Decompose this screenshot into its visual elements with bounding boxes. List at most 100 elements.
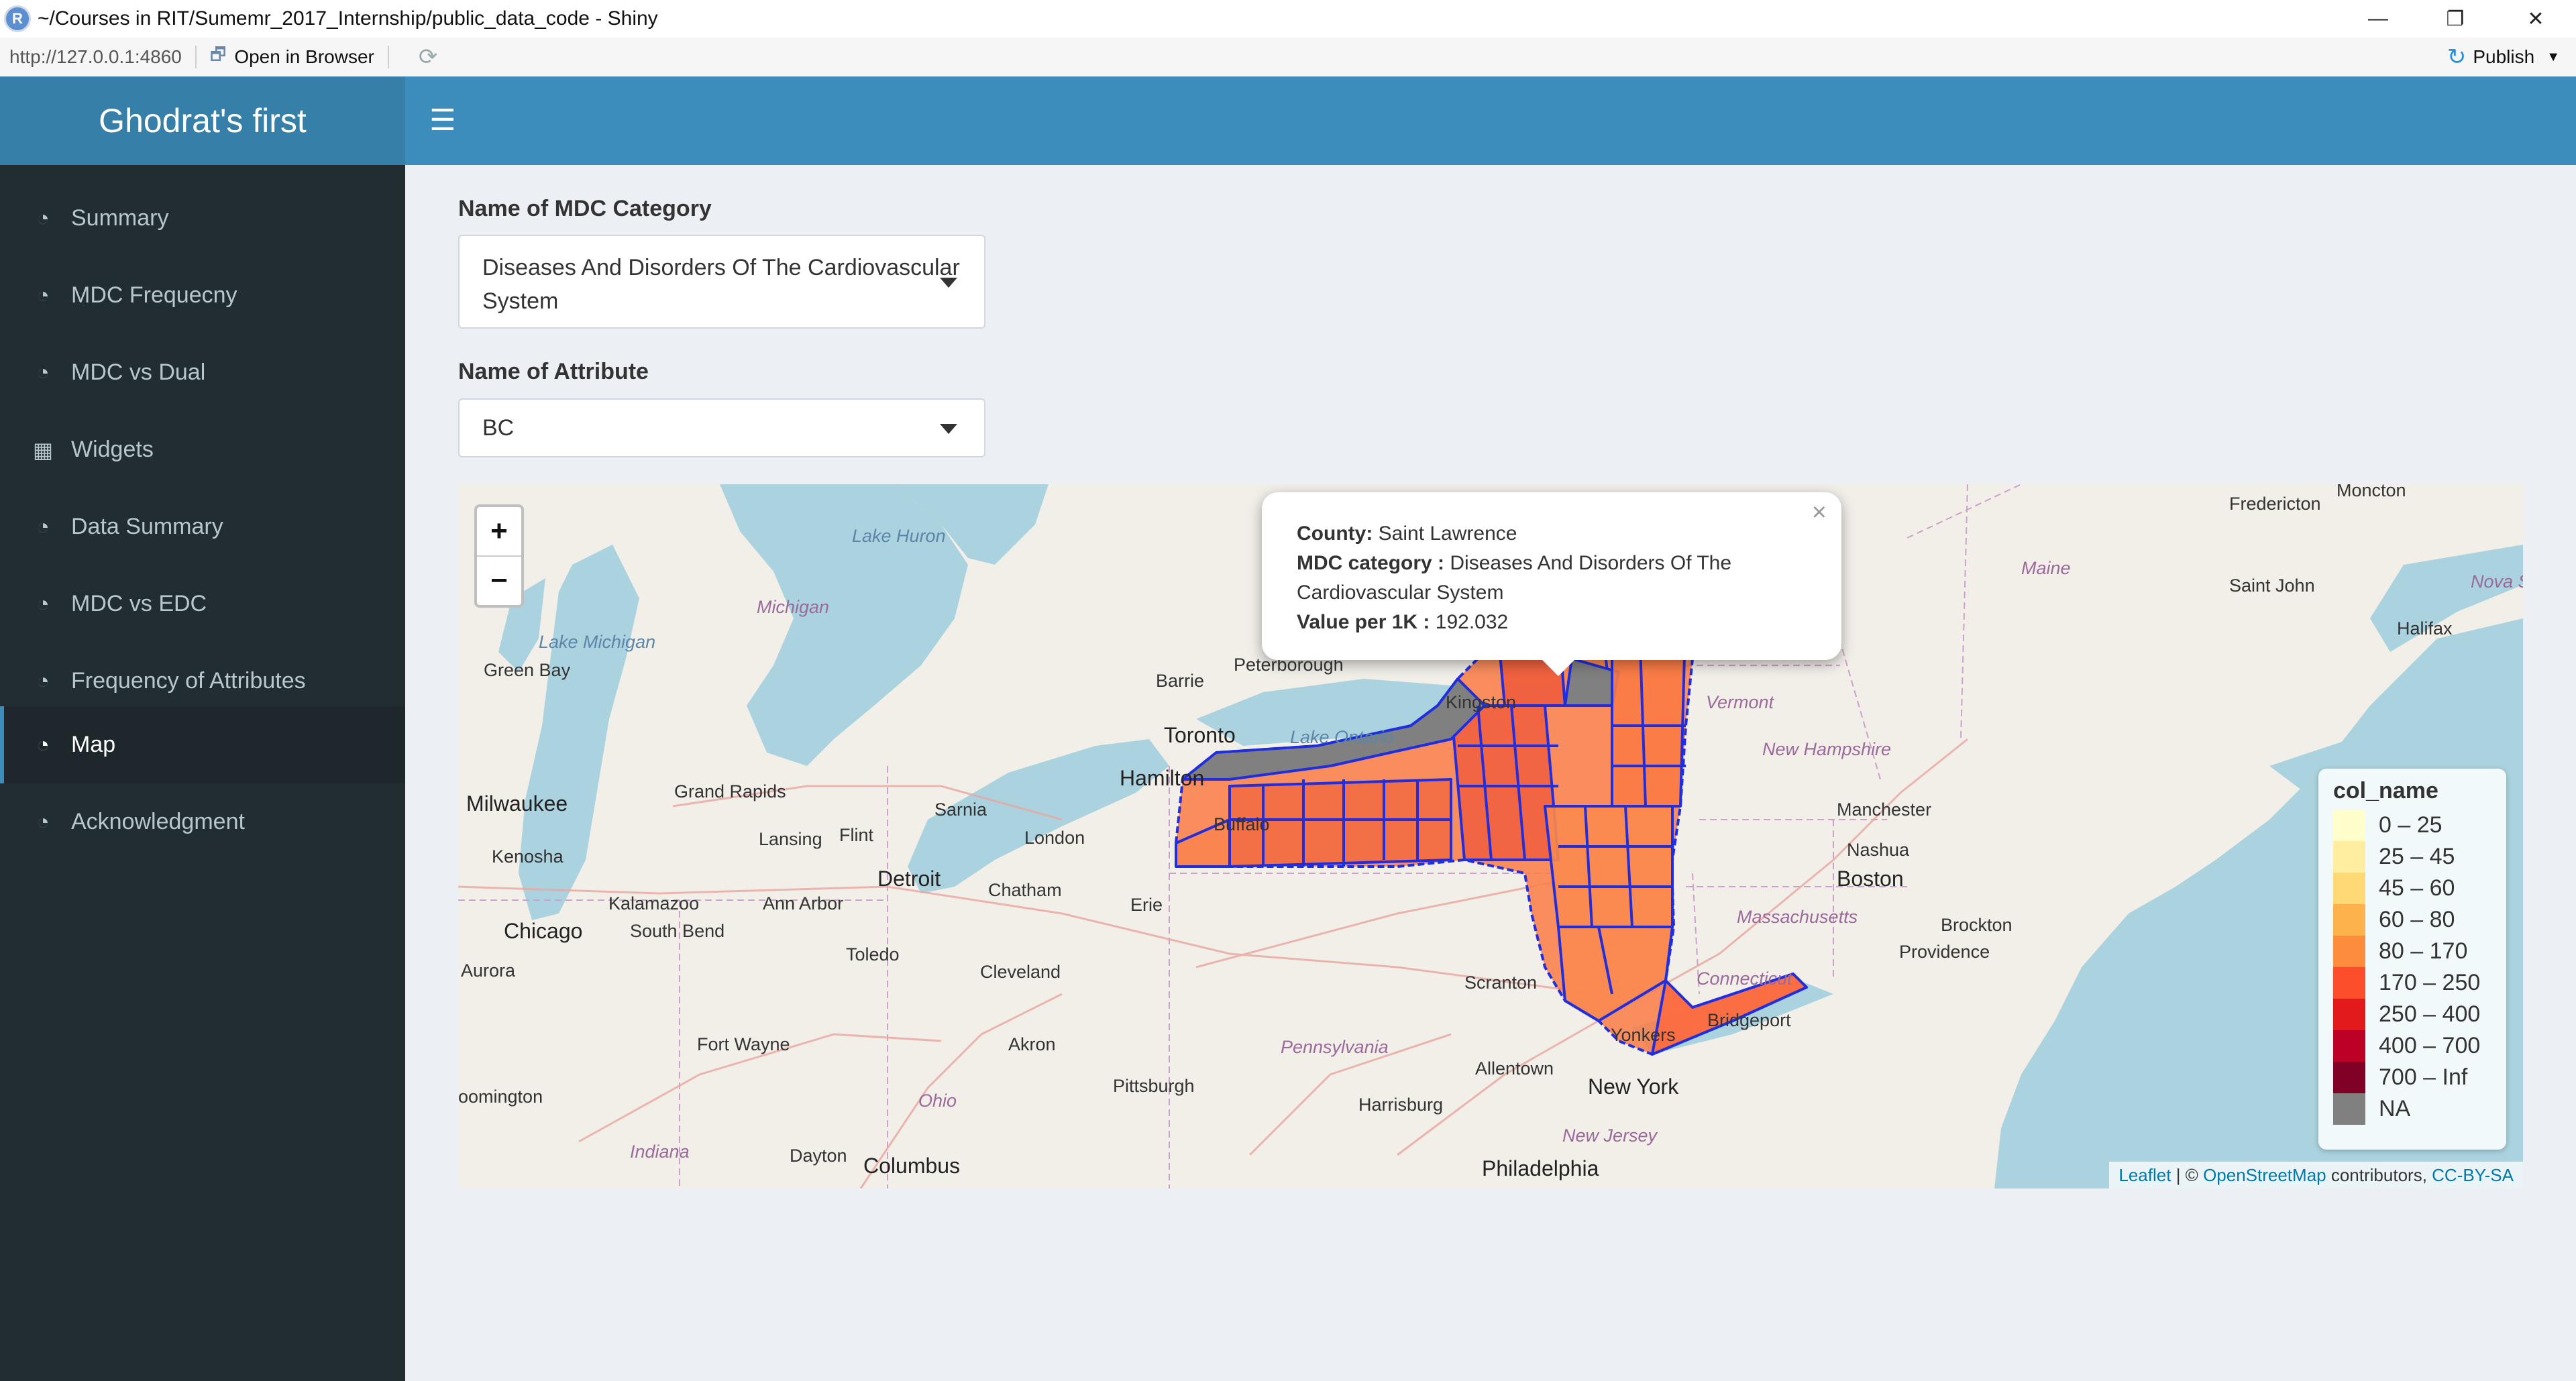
- toolbar-divider: [195, 46, 197, 68]
- map-label: Philadelphia: [1482, 1156, 1599, 1180]
- map-label: Cleveland: [980, 962, 1061, 982]
- dashboard-icon: ◔: [36, 732, 50, 757]
- map-label: Vermont: [1706, 692, 1774, 712]
- sidebar-item-summary[interactable]: ◔ Summary: [0, 180, 405, 257]
- viewer-toolbar: http://127.0.0.1:4860 🗗 Open in Browser …: [0, 38, 2576, 77]
- map-label: Akron: [1008, 1034, 1056, 1054]
- restore-button[interactable]: ❐: [2425, 0, 2485, 38]
- sidebar-item-mdc-vs-dual[interactable]: ◔ MDC vs Dual: [0, 334, 405, 411]
- map-label: Toledo: [846, 944, 900, 964]
- sidebar: ◔ Summary ◔ MDC Frequecny ◔ MDC vs Dual …: [0, 165, 405, 1381]
- legend-item: 45 – 60: [2333, 873, 2491, 904]
- mdc-category-label: Name of MDC Category: [458, 196, 712, 221]
- map-label: Nashua: [1847, 840, 1910, 860]
- map-label: New York: [1588, 1074, 1679, 1099]
- map-label: oomington: [458, 1087, 543, 1107]
- legend-item: 25 – 45: [2333, 841, 2491, 873]
- map-label: Pennsylvania: [1281, 1037, 1389, 1057]
- legend-item: 700 – Inf: [2333, 1062, 2491, 1093]
- map-label: Indiana: [630, 1142, 690, 1162]
- legend-swatch: [2333, 999, 2365, 1030]
- sidebar-item-data-summary[interactable]: ◔ Data Summary: [0, 488, 405, 565]
- map-label: Detroit: [877, 867, 941, 891]
- legend-item: NA: [2333, 1093, 2491, 1125]
- chevron-down-icon: [940, 424, 957, 434]
- map-label: Providence: [1899, 942, 1990, 962]
- chevron-down-icon[interactable]: ▼: [2546, 50, 2560, 65]
- map-label: Hamilton: [1120, 766, 1205, 790]
- map-label: Lansing: [759, 829, 822, 849]
- map-label: Saint John: [2229, 575, 2315, 596]
- rstudio-logo-icon: R: [4, 5, 31, 32]
- sidebar-item-mdc-vs-edc[interactable]: ◔ MDC vs EDC: [0, 565, 405, 643]
- mdc-category-value-line2: System: [482, 288, 559, 314]
- sidebar-item-map[interactable]: ◔ Map: [0, 706, 405, 783]
- license-link[interactable]: CC-BY-SA: [2432, 1165, 2514, 1186]
- popup-value-row: Value per 1K : 192.032: [1297, 608, 1807, 637]
- sidebar-item-mdc-frequency[interactable]: ◔ MDC Frequecny: [0, 257, 405, 334]
- attribute-select[interactable]: BC: [458, 398, 985, 457]
- map-label: London: [1024, 828, 1085, 848]
- map-label: Lake Michigan: [539, 632, 656, 652]
- publish-button[interactable]: ↻ Publish ▼: [2447, 38, 2560, 76]
- legend-swatch: [2333, 1093, 2365, 1125]
- popup-county-row: County: Saint Lawrence: [1297, 519, 1807, 549]
- leaflet-map[interactable]: Moncton Fredericton Maine Saint John Nov…: [458, 484, 2523, 1189]
- map-label: Massachusetts: [1737, 907, 1858, 927]
- legend-item: 0 – 25: [2333, 810, 2491, 841]
- open-browser-icon[interactable]: 🗗: [210, 42, 226, 72]
- refresh-icon[interactable]: ⟳: [419, 44, 438, 70]
- open-in-browser-button[interactable]: Open in Browser: [234, 46, 374, 68]
- map-label: Scranton: [1464, 973, 1538, 993]
- map-label: Allentown: [1475, 1058, 1554, 1079]
- close-window-button[interactable]: ✕: [2506, 0, 2566, 38]
- map-label: New Hampshire: [1762, 739, 1892, 759]
- map-label: Grand Rapids: [674, 781, 786, 802]
- map-label: Fort Wayne: [697, 1034, 790, 1054]
- dashboard-icon: ◔: [36, 206, 50, 230]
- sidebar-item-label: MDC vs EDC: [71, 591, 207, 616]
- hamburger-icon[interactable]: ☰: [429, 102, 456, 140]
- leaflet-link[interactable]: Leaflet: [2118, 1165, 2171, 1186]
- map-label: Dayton: [790, 1146, 847, 1166]
- legend-label: 700 – Inf: [2379, 1064, 2468, 1090]
- dashboard-icon: ◔: [36, 592, 50, 616]
- url-text[interactable]: http://127.0.0.1:4860: [9, 46, 182, 68]
- map-label: Pittsburgh: [1113, 1076, 1195, 1096]
- legend-swatch: [2333, 1062, 2365, 1093]
- zoom-in-button[interactable]: +: [477, 507, 521, 557]
- publish-icon: ↻: [2447, 44, 2467, 70]
- legend-item: 400 – 700: [2333, 1030, 2491, 1062]
- dashboard-header: Ghodrat's first ☰: [0, 76, 2576, 165]
- zoom-out-button[interactable]: −: [477, 557, 521, 605]
- map-label: Kingston: [1446, 692, 1517, 712]
- sidebar-item-widgets[interactable]: ▦ Widgets: [0, 411, 405, 488]
- legend-swatch: [2333, 936, 2365, 967]
- popup-mdc-value-line2: Cardiovascular System: [1297, 582, 1504, 604]
- legend-swatch: [2333, 904, 2365, 936]
- map-label: Chicago: [504, 919, 583, 943]
- map-label: Lake Huron: [852, 526, 946, 546]
- map-label: Fredericton: [2229, 494, 2321, 514]
- legend-label: 250 – 400: [2379, 1001, 2481, 1027]
- attribution-separator: | ©: [2171, 1164, 2204, 1185]
- zoom-control: + −: [474, 504, 524, 608]
- window-title: ~/Courses in RIT/Sumemr_2017_Internship/…: [38, 7, 658, 30]
- legend-label: 60 – 80: [2379, 907, 2455, 932]
- legend-swatch: [2333, 967, 2365, 999]
- osm-link[interactable]: OpenStreetMap: [2203, 1165, 2326, 1186]
- legend-item: 60 – 80: [2333, 904, 2491, 936]
- map-label: Bridgeport: [1707, 1010, 1791, 1030]
- map-label: Brockton: [1941, 915, 2012, 935]
- minimize-button[interactable]: —: [2348, 0, 2408, 38]
- close-icon[interactable]: ×: [1812, 498, 1827, 527]
- map-label: Connecticut: [1697, 969, 1792, 989]
- map-label: Aurora: [461, 960, 516, 981]
- brand-title: Ghodrat's first: [0, 76, 405, 165]
- mdc-category-select[interactable]: Diseases And Disorders Of The Cardiovasc…: [458, 235, 985, 329]
- legend-label: 80 – 170: [2379, 938, 2468, 964]
- sidebar-item-acknowledgment[interactable]: ◔ Acknowledgment: [0, 783, 405, 861]
- popup-value-key: Value per 1K :: [1297, 611, 1430, 633]
- county-popup: × County: Saint Lawrence MDC category : …: [1262, 492, 1841, 660]
- legend-entries: 0 – 25 25 – 45 45 – 60 60 – 80 80 – 170 170 –…: [2333, 810, 2491, 1125]
